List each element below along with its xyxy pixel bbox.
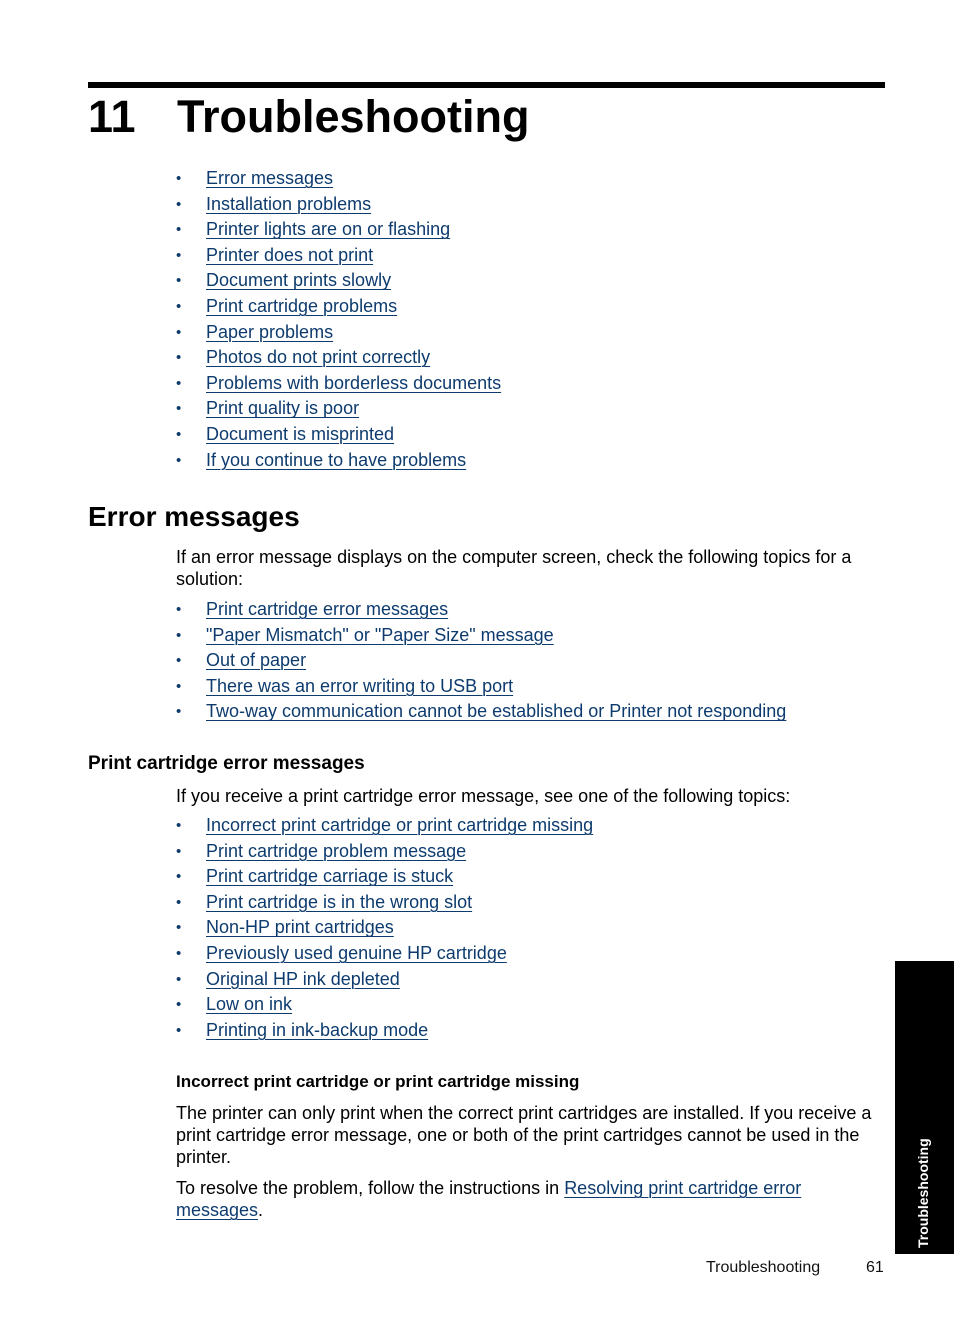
bullet-icon: • bbox=[176, 297, 182, 315]
bullet-icon: • bbox=[176, 221, 182, 239]
cartridge-topic-item: • Printing in ink-backup mode bbox=[176, 1018, 593, 1044]
chapter-number: 11 bbox=[88, 91, 136, 142]
error-topic-item: • Out of paper bbox=[176, 648, 786, 674]
cartridge-topic-link[interactable]: Print cartridge is in the wrong slot bbox=[206, 892, 472, 912]
toc-link[interactable]: Print quality is poor bbox=[206, 398, 359, 418]
cartridge-topic-link[interactable]: Print cartridge problem message bbox=[206, 841, 466, 861]
bullet-icon: • bbox=[176, 703, 182, 721]
bullet-icon: • bbox=[176, 601, 182, 618]
footer-section-label: Troubleshooting bbox=[706, 1259, 821, 1276]
bullet-icon: • bbox=[176, 425, 182, 443]
error-topic-link[interactable]: There was an error writing to USB port bbox=[206, 676, 513, 696]
cartridge-topic-item: • Non-HP print cartridges bbox=[176, 915, 593, 941]
bullet-icon: • bbox=[176, 817, 182, 834]
chapter-title-text: Troubleshooting bbox=[177, 91, 530, 142]
toc-item: • Document prints slowly bbox=[176, 268, 501, 294]
bullet-icon: • bbox=[176, 842, 182, 860]
bullet-icon: • bbox=[176, 195, 182, 213]
cartridge-topic-item: • Previously used genuine HP cartridge bbox=[176, 941, 593, 967]
toc-link[interactable]: Paper problems bbox=[206, 322, 333, 342]
bullet-icon: • bbox=[176, 893, 182, 911]
subsection-heading-cartridge-errors: Print cartridge error messages bbox=[88, 753, 365, 774]
bullet-icon: • bbox=[176, 996, 182, 1014]
cartridge-topic-item: • Low on ink bbox=[176, 992, 593, 1018]
bullet-icon: • bbox=[176, 652, 182, 670]
chapter-side-tab: Troubleshooting bbox=[895, 961, 954, 1254]
bullet-icon: • bbox=[176, 349, 182, 367]
bullet-icon: • bbox=[176, 1021, 182, 1039]
cartridge-errors-intro: If you receive a print cartridge error m… bbox=[176, 786, 791, 806]
toc-link[interactable]: Printer lights are on or flashing bbox=[206, 219, 450, 239]
cartridge-errors-link-list: • Incorrect print cartridge or print cart… bbox=[176, 813, 593, 1043]
side-tab-label: Troubleshooting bbox=[914, 1138, 931, 1248]
bullet-icon: • bbox=[176, 944, 182, 962]
cartridge-topic-link[interactable]: Printing in ink-backup mode bbox=[206, 1020, 428, 1040]
cartridge-topic-link[interactable]: Previously used genuine HP cartridge bbox=[206, 943, 507, 963]
toc-item: • Print quality is poor bbox=[176, 396, 501, 422]
toc-link[interactable]: Installation problems bbox=[206, 194, 371, 214]
toc-item: • Error messages bbox=[176, 166, 501, 192]
toc-item: • Printer does not print bbox=[176, 243, 501, 269]
toc-link[interactable]: Print cartridge problems bbox=[206, 296, 397, 316]
toc-link[interactable]: Printer does not print bbox=[206, 245, 373, 265]
bullet-icon: • bbox=[176, 374, 182, 392]
toc-item: • Printer lights are on or flashing bbox=[176, 217, 501, 243]
bullet-icon: • bbox=[176, 919, 182, 937]
cartridge-topic-item: • Original HP ink depleted bbox=[176, 967, 593, 993]
error-topic-link[interactable]: Two-way communication cannot be establis… bbox=[206, 701, 786, 721]
section-heading-error-messages: Error messages bbox=[88, 501, 300, 532]
toc-link[interactable]: Document prints slowly bbox=[206, 270, 391, 290]
chapter-title: 11 Troubleshooting bbox=[88, 88, 529, 146]
bullet-icon: • bbox=[176, 272, 182, 290]
error-topic-item: • There was an error writing to USB port bbox=[176, 674, 786, 700]
toc-item: • Print cartridge problems bbox=[176, 294, 501, 320]
cartridge-topic-link[interactable]: Original HP ink depleted bbox=[206, 969, 400, 989]
toc-link[interactable]: Photos do not print correctly bbox=[206, 347, 430, 367]
toc-link[interactable]: Problems with borderless documents bbox=[206, 373, 501, 393]
chapter-toc-list: • Error messages • Installation problems • Pr… bbox=[176, 166, 501, 473]
error-topic-link[interactable]: "Paper Mismatch" or "Paper Size" message bbox=[206, 625, 554, 645]
incorrect-cartridge-resolve: To resolve the problem, follow the instr… bbox=[176, 1177, 888, 1221]
toc-link[interactable]: If you continue to have problems bbox=[206, 450, 466, 470]
error-topic-item: • "Paper Mismatch" or "Paper Size" messag… bbox=[176, 623, 786, 649]
toc-item: • Installation problems bbox=[176, 192, 501, 218]
resolve-suffix: . bbox=[258, 1200, 264, 1220]
footer-page-number: 61 bbox=[866, 1259, 884, 1276]
cartridge-topic-link[interactable]: Print cartridge carriage is stuck bbox=[206, 866, 453, 886]
bullet-icon: • bbox=[176, 323, 182, 341]
toc-item: • Paper problems bbox=[176, 320, 501, 346]
bullet-icon: • bbox=[176, 970, 182, 988]
toc-item: • Photos do not print correctly bbox=[176, 345, 501, 371]
bullet-icon: • bbox=[176, 451, 182, 469]
subsection-heading-incorrect-cartridge: Incorrect print cartridge or print cartr… bbox=[176, 1072, 580, 1091]
bullet-icon: • bbox=[176, 170, 182, 187]
toc-link[interactable]: Document is misprinted bbox=[206, 424, 394, 444]
incorrect-cartridge-body: The printer can only print when the corr… bbox=[176, 1103, 872, 1167]
error-topic-item: • Print cartridge error messages bbox=[176, 597, 786, 623]
toc-link[interactable]: Error messages bbox=[206, 168, 333, 188]
cartridge-topic-link[interactable]: Incorrect print cartridge or print cartr… bbox=[206, 815, 593, 835]
cartridge-topic-link[interactable]: Non-HP print cartridges bbox=[206, 917, 394, 937]
error-topic-link[interactable]: Out of paper bbox=[206, 650, 306, 670]
cartridge-topic-link[interactable]: Low on ink bbox=[206, 994, 292, 1014]
bullet-icon: • bbox=[176, 677, 182, 695]
error-messages-intro: If an error message displays on the comp… bbox=[176, 547, 852, 589]
error-topic-item: • Two-way communication cannot be establi… bbox=[176, 699, 786, 725]
toc-item: • If you continue to have problems bbox=[176, 448, 501, 474]
cartridge-topic-item: • Print cartridge carriage is stuck bbox=[176, 864, 593, 890]
error-messages-link-list: • Print cartridge error messages • "Paper M… bbox=[176, 597, 786, 725]
resolve-prefix: To resolve the problem, follow the instr… bbox=[176, 1178, 565, 1198]
bullet-icon: • bbox=[176, 868, 182, 886]
toc-item: • Document is misprinted bbox=[176, 422, 501, 448]
bullet-icon: • bbox=[176, 400, 182, 418]
cartridge-topic-item: • Print cartridge problem message bbox=[176, 839, 593, 865]
cartridge-topic-item: • Incorrect print cartridge or print cart… bbox=[176, 813, 593, 839]
cartridge-topic-item: • Print cartridge is in the wrong slot bbox=[176, 890, 593, 916]
error-topic-link[interactable]: Print cartridge error messages bbox=[206, 599, 448, 619]
bullet-icon: • bbox=[176, 626, 182, 644]
bullet-icon: • bbox=[176, 246, 182, 264]
toc-item: • Problems with borderless documents bbox=[176, 371, 501, 397]
